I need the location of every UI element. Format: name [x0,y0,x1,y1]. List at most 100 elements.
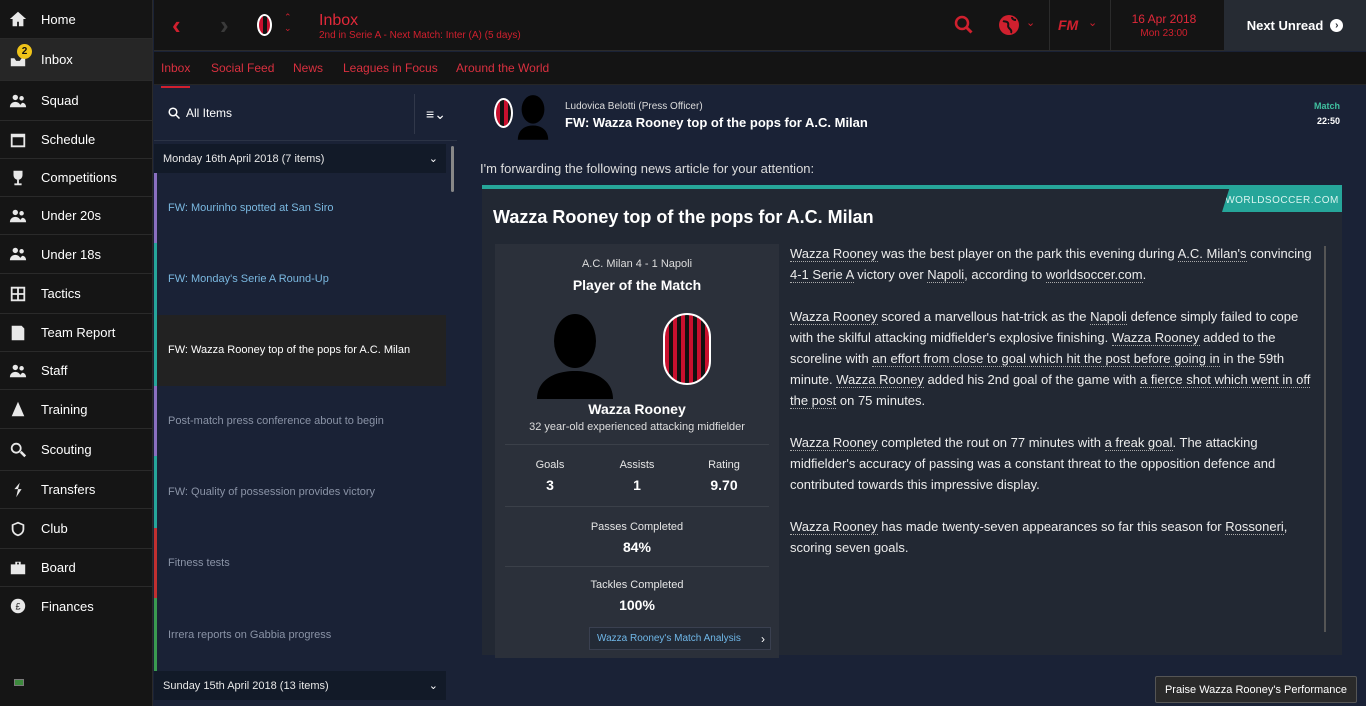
next-unread-button[interactable]: Next Unread › [1224,0,1366,51]
article-link[interactable]: Napoli [927,267,965,283]
article-link[interactable]: Wazza Rooney [790,309,878,325]
sidebar-item-schedule[interactable]: Schedule [0,121,152,159]
assists-value: 1 [633,477,641,493]
finances-icon: £ [8,596,28,616]
sidebar-item-scouting[interactable]: Scouting [0,429,152,471]
article-link[interactable]: Wazza Rooney [1111,330,1200,346]
tab-leagues-in-focus[interactable]: Leagues in Focus [343,61,438,75]
tab-social-feed[interactable]: Social Feed [211,61,274,75]
back-arrow-icon[interactable]: ‹ [172,12,181,38]
sidebar-item-label: Team Report [41,325,116,340]
transfers-icon [8,480,28,500]
message-time: 22:50 [1316,116,1340,126]
article-link[interactable]: Napoli [1090,309,1127,325]
globe-dropdown-icon[interactable]: ⌄ [1026,16,1035,29]
message-list: All Items ≡⌄ Monday 16th April 2018 (7 i… [154,86,457,706]
sidebar-item-board[interactable]: Board [0,549,152,587]
article-link[interactable]: Wazza Rooney [836,372,924,388]
date-text: 16 Apr 2018 [1131,12,1197,26]
message-item[interactable]: FW: Quality of possession provides victo… [154,456,446,528]
group-header[interactable]: Monday 16th April 2018 (7 items) ⌄ [154,144,446,173]
page-subtitle: 2nd in Serie A - Next Match: Inter (A) (… [319,30,521,41]
sidebar-item-label: Under 18s [41,246,101,262]
game-date[interactable]: 16 Apr 2018 Mon 23:00 [1110,12,1218,39]
goals-label: Goals [535,459,565,471]
article-link[interactable]: Wazza Rooney [790,435,878,451]
passes-value: 84% [622,539,652,555]
sidebar-item-label: Scouting [41,442,92,457]
message-reader: Ludovica Belotti (Press Officer) FW: Waz… [478,86,1366,706]
article-link[interactable]: A.C. Milan's [1177,246,1247,262]
player-name[interactable]: Wazza Rooney [495,401,779,417]
fm-logo[interactable]: FM [1058,17,1078,33]
sidebar-item-home[interactable]: Home [0,0,152,39]
schedule-icon [8,130,28,150]
club-crest-icon[interactable] [663,313,711,385]
article-link[interactable]: Rossoneri [1225,519,1284,535]
sidebar-item-label: Inbox [41,52,73,67]
tab-inbox[interactable]: Inbox [161,61,191,88]
article-text: scored a marvellous hat-trick as the [877,309,1091,324]
group-header-label: Sunday 15th April 2018 (13 items) [163,679,329,692]
sidebar-item-competitions[interactable]: Competitions [0,159,152,197]
fm-dropdown-icon[interactable]: ⌄ [1088,16,1097,29]
svg-text:£: £ [15,602,20,612]
search-label: All Items [186,106,233,120]
article-text: , according to [964,267,1046,282]
team-report-icon [8,323,28,343]
sidebar-item-finances[interactable]: £ Finances [0,587,152,625]
message-item[interactable]: Irrera reports on Gabbia progress [154,598,446,672]
tab-news[interactable]: News [293,61,323,75]
sidebar-item-training[interactable]: Training [0,390,152,429]
sender-avatar [517,95,549,140]
match-analysis-link[interactable]: Wazza Rooney's Match Analysis › [589,627,771,650]
message-item[interactable]: Post-match press conference about to beg… [154,386,446,456]
sidebar-item-staff[interactable]: Staff [0,352,152,390]
trophy-icon [8,168,28,188]
group-header[interactable]: Sunday 15th April 2018 (13 items) ⌄ [154,671,446,700]
sort-menu-icon[interactable]: ≡⌄ [414,94,457,134]
article-text: added his 2nd goal of the game with [923,372,1141,387]
tab-around-the-world[interactable]: Around the World [456,61,549,75]
tackles-value: 100% [619,597,655,613]
article-text: was the best player on the park this eve… [877,246,1178,261]
sidebar: Home 2 Inbox Squad Schedule Competitions… [0,0,153,706]
article-scrollbar[interactable] [1324,246,1326,632]
message-item-selected[interactable]: FW: Wazza Rooney top of the pops for A.C… [154,315,446,386]
sidebar-item-transfers[interactable]: Transfers [0,471,152,509]
sidebar-item-label: Schedule [41,132,96,147]
praise-performance-button[interactable]: Praise Wazza Rooney's Performance [1154,676,1357,703]
article-link[interactable]: Wazza Rooney [790,519,878,535]
forward-arrow-icon[interactable]: › [220,12,229,38]
club-crest-icon[interactable] [257,14,272,36]
news-article-card: WORLDSOCCER.COM Wazza Rooney top of the … [482,185,1342,658]
article-link[interactable]: an effort from close to goal which hit t… [872,351,1220,367]
tackles-label: Tackles Completed [590,579,684,591]
sidebar-item-club[interactable]: Club [0,509,152,549]
sidebar-item-team-report[interactable]: Team Report [0,314,152,352]
sidebar-item-under-18s[interactable]: Under 18s [0,235,152,274]
article-body: Wazza Rooney was the best player on the … [790,243,1320,579]
globe-icon[interactable] [998,14,1020,41]
message-item[interactable]: FW: Mourinho spotted at San Siro [154,173,446,243]
article-link[interactable]: Wazza Rooney [790,246,878,262]
message-item[interactable]: Fitness tests [154,528,446,598]
player-avatar[interactable] [535,309,615,399]
sidebar-item-inbox[interactable]: 2 Inbox [0,39,152,81]
sidebar-item-tactics[interactable]: Tactics [0,274,152,314]
tab-bar: Inbox Social Feed News Leagues in Focus … [154,52,1366,88]
sidebar-item-under-20s[interactable]: Under 20s [0,197,152,235]
article-link[interactable]: 4-1 Serie A [790,267,854,283]
list-scrollbar[interactable] [451,146,454,192]
match-analysis-label: Wazza Rooney's Match Analysis [597,633,741,644]
filter-search[interactable]: All Items [154,86,457,141]
article-link[interactable]: a freak goal [1104,435,1173,451]
arrow-right-icon: › [1330,19,1344,32]
rating-label: Rating [708,459,740,471]
message-item[interactable]: FW: Monday's Serie A Round-Up [154,243,446,315]
article-link[interactable]: worldsoccer.com [1045,267,1143,283]
club-switch-arrows-icon[interactable]: ⌃ ⌄ [284,12,292,34]
sidebar-item-squad[interactable]: Squad [0,81,152,121]
goals-value: 3 [546,477,554,493]
search-icon[interactable] [954,15,974,40]
